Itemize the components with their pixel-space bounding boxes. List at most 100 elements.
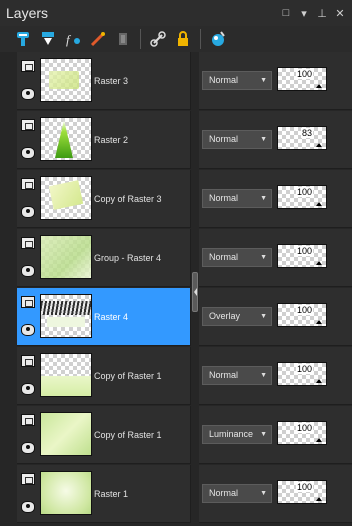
layer-item[interactable]: Copy of Raster 1 (17, 347, 191, 405)
layer-properties: Normal ▼ 100 (199, 52, 352, 110)
layer-lock-icon[interactable] (21, 296, 35, 308)
layer-row[interactable]: Copy of Raster 1 Normal ▼ 100 (0, 347, 352, 405)
layer-thumbnail (40, 471, 92, 515)
layer-name: Group - Raster 4 (94, 253, 162, 263)
layer-item[interactable]: Copy of Raster 3 (17, 170, 191, 228)
layer-properties: Normal ▼ 100 (199, 347, 352, 405)
opacity-slider[interactable]: 100 (277, 362, 327, 386)
opacity-slider[interactable]: 100 (277, 67, 327, 91)
visibility-eye-icon[interactable] (21, 442, 35, 454)
visibility-eye-icon[interactable] (21, 147, 35, 159)
layer-item[interactable]: Raster 1 (17, 465, 191, 523)
mask-icon[interactable] (87, 28, 109, 50)
layer-lock-icon[interactable] (21, 60, 35, 72)
blend-mode-select[interactable]: Normal ▼ (202, 189, 272, 208)
layer-icons (21, 410, 37, 460)
visibility-eye-icon[interactable] (21, 324, 35, 336)
layer-row[interactable]: Raster 1 Normal ▼ 100 (0, 465, 352, 523)
float-panel-icon[interactable]: □ (278, 6, 294, 20)
blend-mode-select[interactable]: Normal ▼ (202, 130, 272, 149)
effects-icon[interactable]: f (62, 28, 84, 50)
layer-lock-icon[interactable] (21, 355, 35, 367)
layer-row[interactable]: Copy of Raster 1 Luminance ▼ 100 (0, 406, 352, 464)
layer-properties: Luminance ▼ 100 (199, 406, 352, 464)
slider-marker-icon (316, 320, 322, 324)
slider-marker-icon (316, 261, 322, 265)
layer-lock-icon[interactable] (21, 178, 35, 190)
blend-mode-select[interactable]: Overlay ▼ (202, 307, 272, 326)
layer-name: Copy of Raster 1 (94, 430, 162, 440)
palette-icon[interactable] (207, 28, 229, 50)
layer-thumbnail (40, 117, 92, 161)
blend-mode-select[interactable]: Normal ▼ (202, 484, 272, 503)
layer-row[interactable]: Raster 3 Normal ▼ 100 (0, 52, 352, 110)
blend-mode-select[interactable]: Normal ▼ (202, 366, 272, 385)
chevron-down-icon: ▼ (260, 313, 267, 320)
layer-thumbnail (40, 294, 92, 338)
layer-name: Copy of Raster 1 (94, 371, 162, 381)
visibility-eye-icon[interactable] (21, 88, 35, 100)
layer-lock-icon[interactable] (21, 237, 35, 249)
delete-layer-icon[interactable] (112, 28, 134, 50)
opacity-slider[interactable]: 83 (277, 126, 327, 150)
layer-row[interactable]: Group - Raster 4 Normal ▼ 100 (0, 229, 352, 287)
blend-mode-value: Normal (209, 370, 239, 380)
layer-row[interactable]: Raster 2 Normal ▼ 83 (0, 111, 352, 169)
opacity-value: 100 (295, 246, 313, 256)
panel-splitter[interactable] (191, 52, 199, 526)
panel-menu-icon[interactable]: ▾ (296, 6, 312, 20)
layer-icons (21, 351, 37, 401)
layer-properties: Overlay ▼ 100 (199, 288, 352, 346)
blend-mode-value: Luminance (209, 429, 254, 439)
blend-mode-value: Normal (209, 193, 239, 203)
opacity-value: 100 (295, 423, 313, 433)
opacity-slider[interactable]: 100 (277, 244, 327, 268)
layer-properties: Normal ▼ 100 (199, 170, 352, 228)
blend-mode-value: Normal (209, 488, 239, 498)
layer-lock-icon[interactable] (21, 473, 35, 485)
visibility-eye-icon[interactable] (21, 501, 35, 513)
layer-item[interactable]: Group - Raster 4 (17, 229, 191, 287)
opacity-value: 100 (295, 482, 313, 492)
layer-item[interactable]: Raster 3 (17, 52, 191, 110)
layer-item[interactable]: Raster 4 (17, 288, 191, 346)
blend-mode-select[interactable]: Luminance ▼ (202, 425, 272, 444)
layer-row[interactable]: Raster 4 Overlay ▼ 100 (0, 288, 352, 346)
layer-name: Raster 2 (94, 135, 129, 145)
new-raster-layer-icon[interactable] (12, 28, 34, 50)
layers-toolbar: f (0, 26, 352, 52)
link-icon[interactable] (147, 28, 169, 50)
layer-item[interactable]: Raster 2 (17, 111, 191, 169)
new-vector-layer-icon[interactable] (37, 28, 59, 50)
opacity-slider[interactable]: 100 (277, 480, 327, 504)
chevron-down-icon: ▼ (260, 372, 267, 379)
splitter-grip[interactable] (192, 272, 198, 312)
blend-mode-select[interactable]: Normal ▼ (202, 248, 272, 267)
close-icon[interactable]: ✕ (332, 6, 348, 20)
pin-icon[interactable]: ⊥ (314, 6, 330, 20)
toolbar-separator (200, 29, 201, 49)
layer-lock-icon[interactable] (21, 119, 35, 131)
opacity-slider[interactable]: 100 (277, 185, 327, 209)
layer-item[interactable]: Copy of Raster 1 (17, 406, 191, 464)
visibility-eye-icon[interactable] (21, 206, 35, 218)
layer-thumbnail (40, 412, 92, 456)
opacity-value: 100 (295, 364, 313, 374)
slider-marker-icon (316, 84, 322, 88)
opacity-value: 100 (295, 187, 313, 197)
layer-row[interactable]: Copy of Raster 3 Normal ▼ 100 (0, 170, 352, 228)
lock-icon[interactable] (172, 28, 194, 50)
layer-name: Raster 3 (94, 76, 129, 86)
blend-mode-value: Overlay (209, 311, 241, 321)
panel-title-bar: Layers □ ▾ ⊥ ✕ (0, 0, 352, 26)
blend-mode-select[interactable]: Normal ▼ (202, 71, 272, 90)
title-buttons: □ ▾ ⊥ ✕ (278, 6, 348, 20)
opacity-slider[interactable]: 100 (277, 303, 327, 327)
opacity-slider[interactable]: 100 (277, 421, 327, 445)
layer-thumbnail (40, 235, 92, 279)
layer-lock-icon[interactable] (21, 414, 35, 426)
visibility-eye-icon[interactable] (21, 265, 35, 277)
visibility-eye-icon[interactable] (21, 383, 35, 395)
chevron-down-icon: ▼ (260, 431, 267, 438)
layer-icons (21, 233, 37, 283)
